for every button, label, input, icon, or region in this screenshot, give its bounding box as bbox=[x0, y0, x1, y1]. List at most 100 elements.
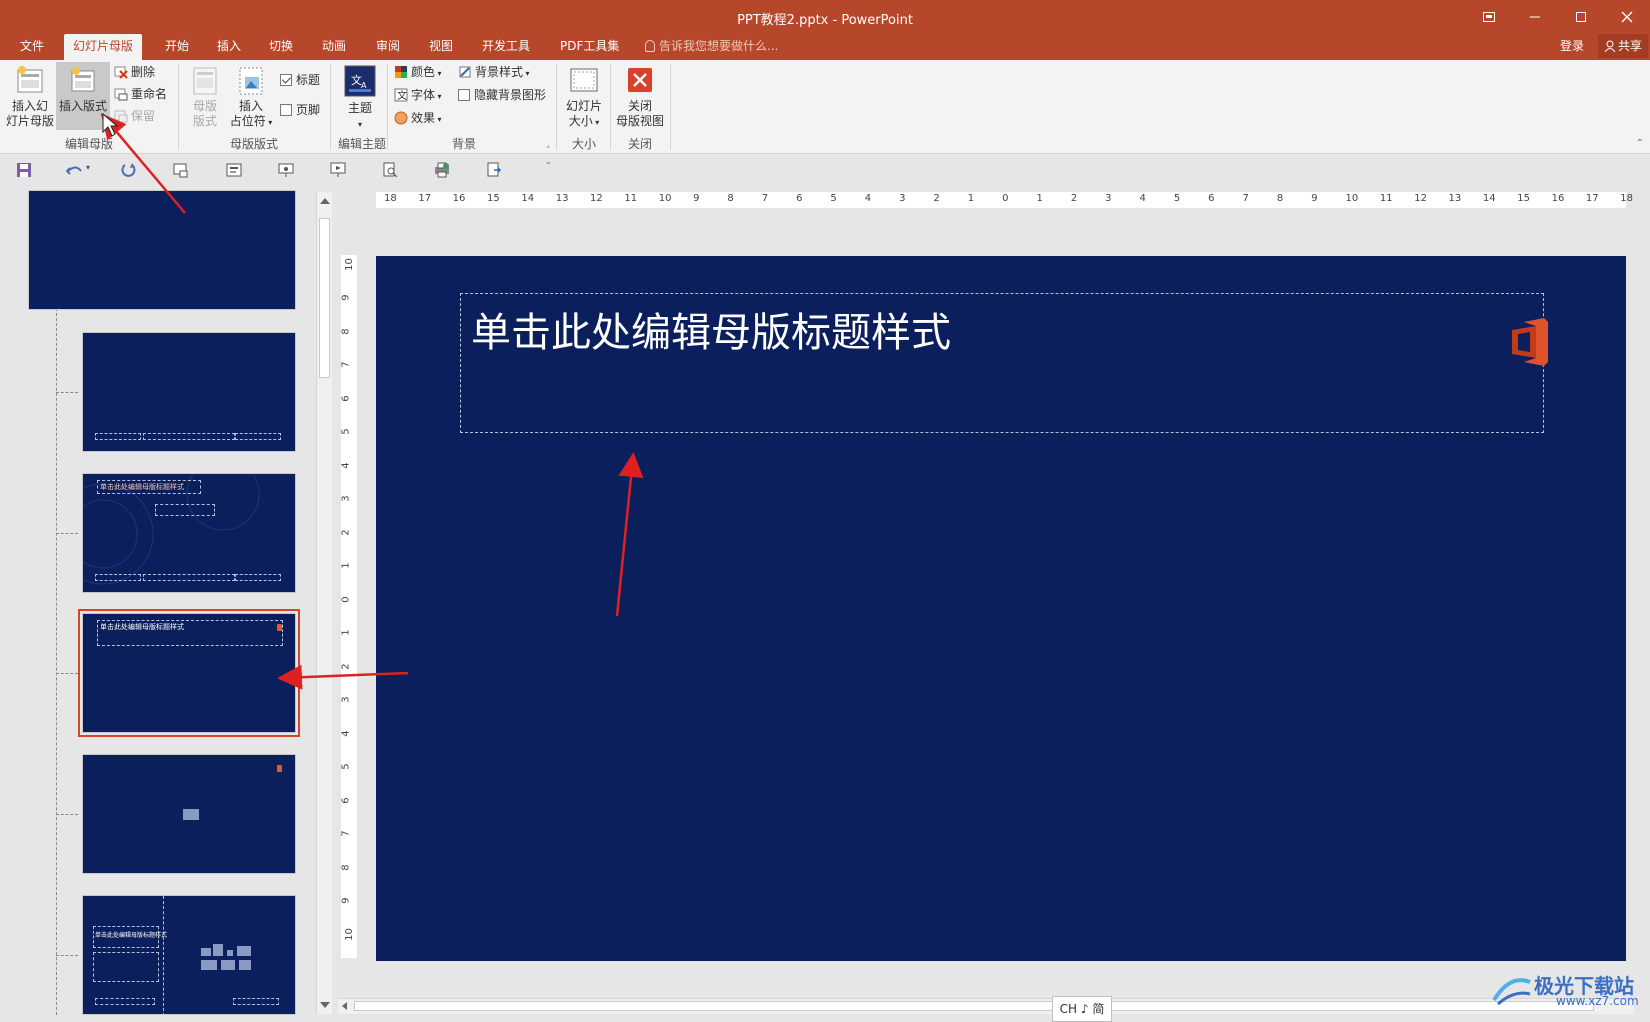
tab-view[interactable]: 视图 bbox=[425, 34, 457, 60]
ruler-tick-label: 2 bbox=[933, 193, 940, 204]
hide-background-checkbox-box[interactable] bbox=[458, 89, 470, 101]
thumbnail-scrollbar[interactable] bbox=[316, 192, 332, 1014]
slide-canvas[interactable]: 单击此处编辑母版标题样式 bbox=[376, 256, 1626, 961]
background-styles-label: 背景样式 bbox=[475, 65, 524, 79]
ruler-tick-label: 6 bbox=[1208, 193, 1215, 204]
tell-me-search[interactable]: 告诉我您想要做什么... bbox=[645, 34, 778, 60]
presenter-view-icon[interactable] bbox=[278, 162, 294, 178]
title-placeholder-text[interactable]: 单击此处编辑母版标题样式 bbox=[471, 300, 951, 358]
tab-insert[interactable]: 插入 bbox=[213, 34, 245, 60]
hide-background-graphics-checkbox[interactable]: 隐藏背景图形 bbox=[458, 85, 546, 105]
undo-icon[interactable] bbox=[66, 162, 82, 178]
rename-button[interactable]: 重命名 bbox=[114, 84, 167, 104]
tab-slide-master[interactable]: 幻灯片母版 bbox=[64, 34, 143, 60]
ruler-tick-label: 5 bbox=[340, 428, 352, 436]
thumbnail-master[interactable] bbox=[28, 190, 296, 310]
background-styles-dropdown[interactable]: 背景样式 ▾ bbox=[458, 62, 530, 82]
slide-size-button[interactable]: 幻灯片 大小 ▾ bbox=[562, 64, 606, 130]
close-icon[interactable] bbox=[1604, 0, 1650, 34]
master-layout-line1: 母版 bbox=[192, 99, 217, 113]
save-icon[interactable] bbox=[16, 162, 32, 178]
ruler-tick-label: 2 bbox=[340, 529, 352, 536]
colors-dropdown[interactable]: 颜色 ▾ bbox=[394, 62, 442, 82]
ruler-tick-label: 1 bbox=[1036, 193, 1043, 204]
layout-icon[interactable] bbox=[226, 162, 242, 178]
ruler-tick-label: 9 bbox=[340, 294, 352, 302]
insert-placeholder-line2: 占位符 bbox=[229, 114, 266, 128]
ruler-tick-label: 1 bbox=[967, 193, 975, 204]
thumbnail-layout-4[interactable] bbox=[82, 754, 296, 874]
scroll-up-arrow-icon[interactable] bbox=[320, 198, 330, 204]
ruler-tick-label: 18 bbox=[1620, 193, 1633, 204]
ruler-tick-label: 8 bbox=[340, 328, 352, 335]
scroll-left-arrow-icon[interactable] bbox=[342, 1002, 347, 1010]
export-icon[interactable] bbox=[486, 162, 502, 178]
slide-thumbnail-panel: 单击此处编辑母版标题样式 单击此处编辑母版标题样式 单击此处编辑母版标题样式 bbox=[0, 185, 318, 1015]
new-slide-icon[interactable] bbox=[172, 162, 188, 178]
insert-layout-button[interactable]: 插入版式 bbox=[56, 62, 110, 130]
close-master-view-button[interactable]: 关闭 母版视图 bbox=[614, 64, 666, 129]
delete-button[interactable]: 删除 bbox=[114, 62, 155, 82]
thumbnail-layout-2[interactable]: 单击此处编辑母版标题样式 bbox=[82, 473, 296, 593]
footer-checkbox[interactable]: 页脚 bbox=[280, 100, 320, 120]
group-separator bbox=[178, 64, 179, 150]
title-checkbox[interactable]: 标题 bbox=[280, 70, 320, 90]
dialog-launcher-icon[interactable]: ⌟ bbox=[546, 140, 550, 149]
group-separator bbox=[610, 64, 611, 150]
tab-developer[interactable]: 开发工具 bbox=[478, 34, 534, 60]
undo-dropdown-icon[interactable]: ▾ bbox=[86, 163, 90, 172]
thumbnail-layout-1[interactable] bbox=[82, 332, 296, 452]
delete-icon bbox=[114, 66, 128, 79]
insert-placeholder-button[interactable]: 插入 占位符 ▾ bbox=[226, 64, 276, 130]
master-layout-button[interactable]: 母版 版式 bbox=[184, 64, 226, 129]
title-placeholder[interactable]: 单击此处编辑母版标题样式 bbox=[460, 293, 1544, 433]
fonts-dropdown[interactable]: 文字体 ▾ bbox=[394, 85, 442, 105]
master-layout-icon bbox=[193, 67, 217, 95]
tab-pdf-tools[interactable]: PDF工具集 bbox=[556, 34, 623, 60]
login-link[interactable]: 登录 bbox=[1560, 34, 1584, 58]
ribbon-display-options-icon[interactable] bbox=[1466, 0, 1512, 34]
insert-slide-master-button[interactable]: 插入幻 灯片母版 bbox=[4, 64, 56, 129]
slide-horizontal-scrollbar[interactable] bbox=[338, 998, 1634, 1014]
theme-button[interactable]: 文A 主题 ▾ bbox=[336, 64, 384, 132]
preserve-button[interactable]: 保留 bbox=[114, 106, 155, 126]
ruler-tick-label: 13 bbox=[555, 193, 569, 204]
tab-home[interactable]: 开始 bbox=[161, 34, 193, 60]
customize-qat-icon[interactable]: ⁼ bbox=[546, 161, 551, 171]
theme-label: 主题 bbox=[347, 101, 372, 115]
thumbnail-layout-3-selected[interactable]: 单击此处编辑母版标题样式 bbox=[78, 609, 300, 737]
maximize-icon[interactable] bbox=[1558, 0, 1604, 34]
share-button[interactable]: 共享 bbox=[1598, 34, 1649, 58]
ruler-tick-label: 14 bbox=[1482, 193, 1496, 204]
scrollbar-thumb[interactable] bbox=[319, 218, 330, 378]
print-icon[interactable] bbox=[434, 162, 450, 178]
print-preview-icon[interactable] bbox=[382, 162, 398, 178]
scrollbar-thumb[interactable] bbox=[354, 1001, 1594, 1011]
ruler-tick-label: 11 bbox=[1379, 193, 1393, 204]
tab-review[interactable]: 审阅 bbox=[372, 34, 404, 60]
redo-icon[interactable] bbox=[120, 162, 136, 178]
vertical-ruler: 10 9 8 7 6 5 4 3 2 1 0 1 2 3 4 5 6 7 8 9 10 bbox=[341, 255, 357, 958]
tab-file[interactable]: 文件 bbox=[16, 34, 48, 60]
footer-checkbox-box[interactable] bbox=[280, 104, 292, 116]
window-title: PPT教程2.pptx - PowerPoint bbox=[737, 13, 913, 28]
collapse-ribbon-icon[interactable]: ⌃ bbox=[1636, 138, 1644, 149]
title-checkbox-label: 标题 bbox=[296, 73, 321, 87]
minimize-icon[interactable] bbox=[1512, 0, 1558, 34]
ruler-tick-label: 8 bbox=[340, 863, 352, 871]
footer-placeholder bbox=[95, 574, 141, 581]
ime-indicator[interactable]: CH ♪ 简 bbox=[1052, 996, 1112, 1022]
ruler-tick-label: 15 bbox=[487, 193, 500, 204]
hierarchy-connector bbox=[56, 814, 78, 815]
tab-transitions[interactable]: 切换 bbox=[265, 34, 297, 60]
effects-dropdown[interactable]: 效果 ▾ bbox=[394, 108, 442, 128]
thumbnail-layout-5[interactable]: 单击此处编辑母版标题样式 bbox=[82, 895, 296, 1015]
scroll-down-arrow-icon[interactable] bbox=[320, 1002, 330, 1008]
title-checkbox-box[interactable] bbox=[280, 74, 292, 86]
ruler-tick-label: 3 bbox=[340, 696, 352, 703]
rename-label: 重命名 bbox=[131, 87, 168, 101]
colors-label: 颜色 bbox=[411, 65, 436, 79]
group-separator bbox=[387, 64, 388, 150]
tab-animations[interactable]: 动画 bbox=[318, 34, 350, 60]
slideshow-icon[interactable] bbox=[330, 162, 346, 178]
